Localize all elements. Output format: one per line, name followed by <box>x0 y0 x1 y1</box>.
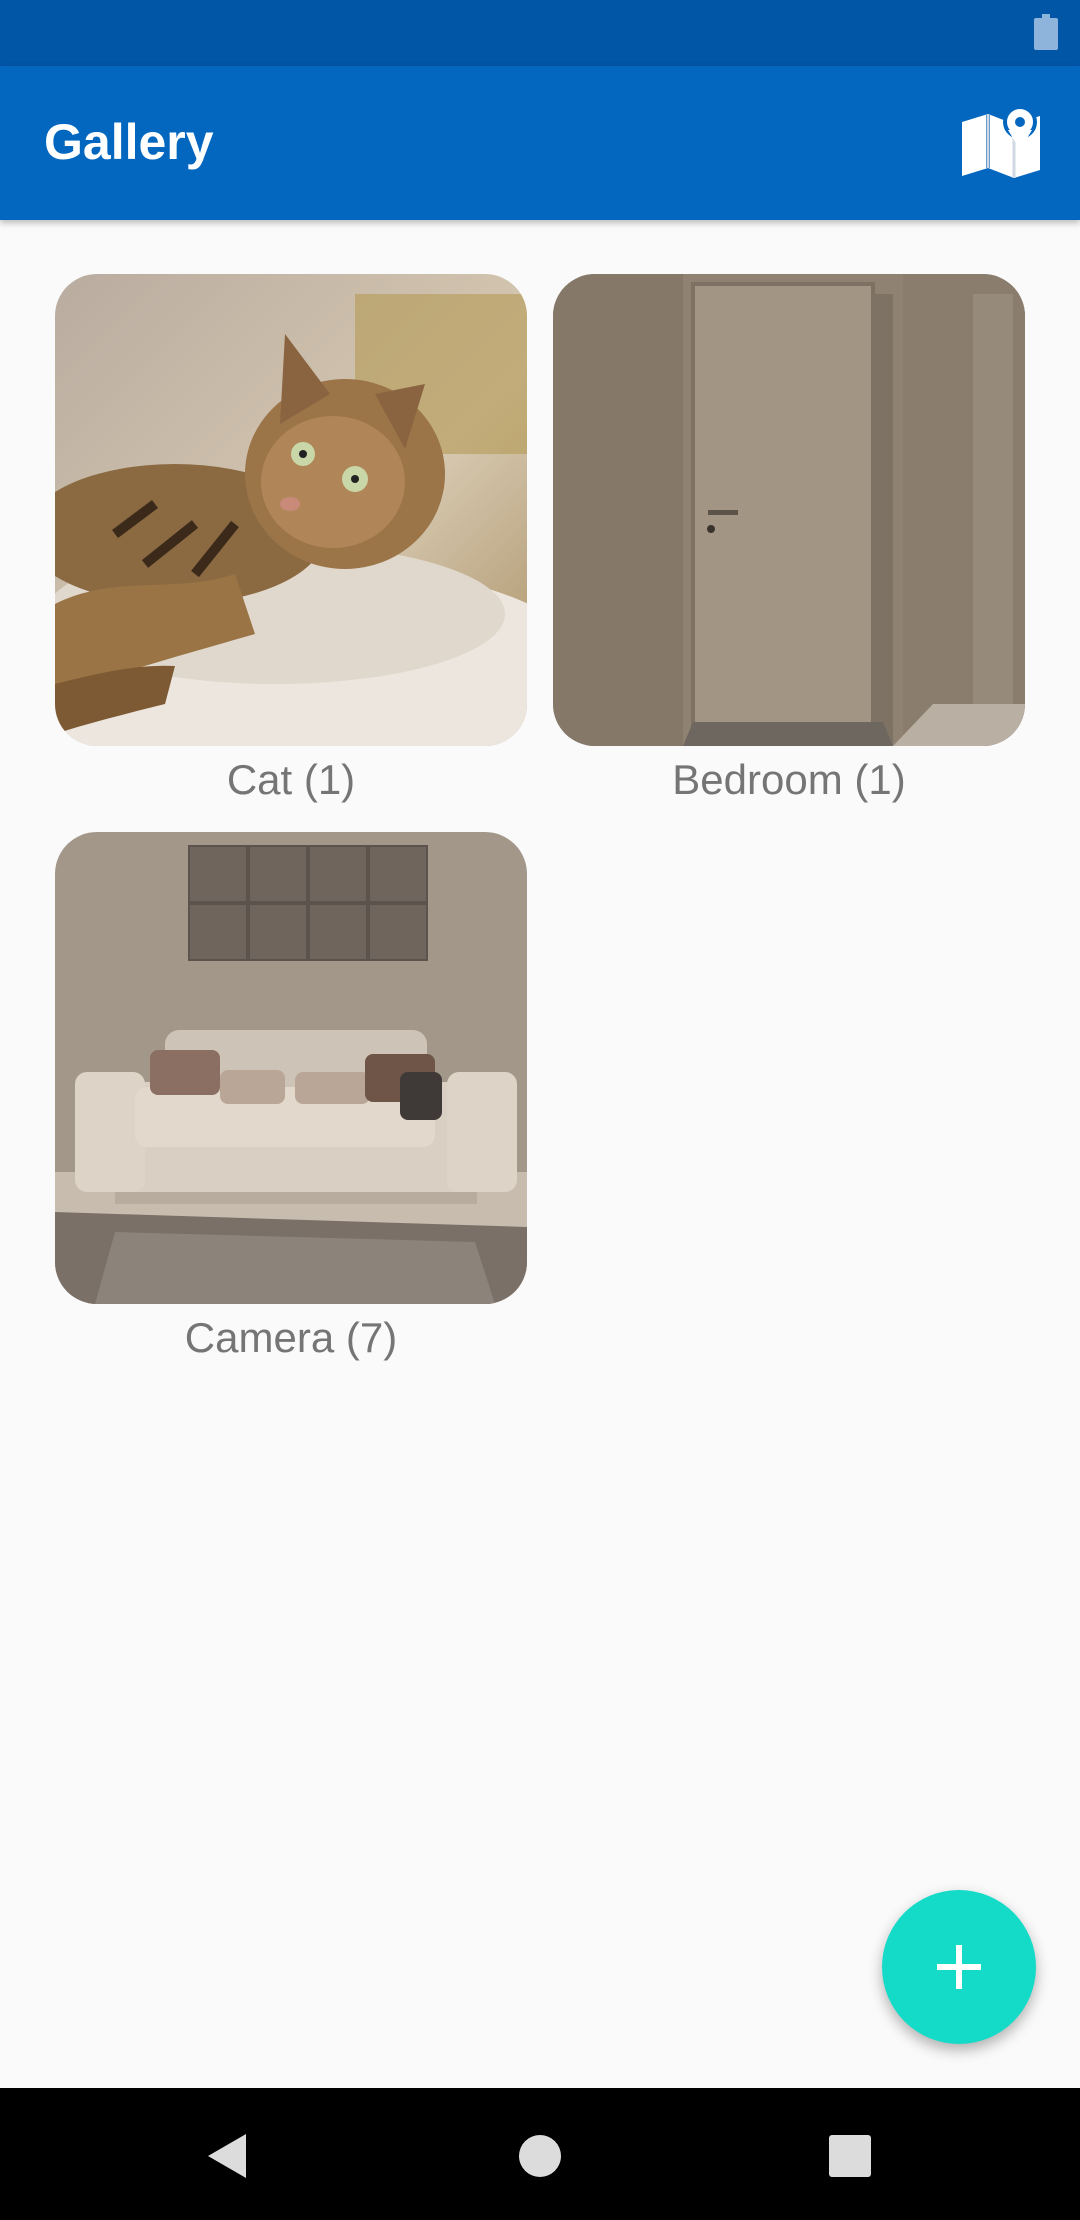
page-title: Gallery <box>44 114 214 170</box>
recents-icon <box>829 2135 871 2177</box>
album-thumbnail[interactable] <box>553 274 1025 746</box>
back-icon <box>208 2134 246 2178</box>
album-label: Camera (7) <box>184 1314 398 1361</box>
recents-button[interactable] <box>810 2116 890 2196</box>
plus-icon <box>937 1945 981 1989</box>
door-photo <box>553 274 1025 746</box>
back-button[interactable] <box>190 2116 270 2196</box>
home-icon <box>519 2135 561 2177</box>
add-button[interactable] <box>882 1890 1036 2044</box>
album-item[interactable]: Bedroom (1) <box>553 274 1025 808</box>
album-label: Bedroom (1) <box>672 756 906 803</box>
album-thumbnail[interactable] <box>55 274 527 746</box>
album-thumbnail[interactable] <box>55 832 527 1304</box>
cat-photo <box>55 274 527 746</box>
album-item[interactable]: Cat (1) <box>55 274 527 808</box>
status-bar <box>0 0 1080 66</box>
map-button[interactable] <box>958 102 1046 182</box>
album-label: Cat (1) <box>226 756 356 803</box>
map-pin-icon <box>962 105 1040 178</box>
battery-icon <box>1034 14 1058 50</box>
home-button[interactable] <box>500 2116 580 2196</box>
album-item[interactable]: Camera (7) <box>55 832 527 1366</box>
app-bar: Gallery <box>0 66 1080 220</box>
sofa-photo <box>55 832 527 1304</box>
system-nav-bar <box>0 2088 1080 2220</box>
